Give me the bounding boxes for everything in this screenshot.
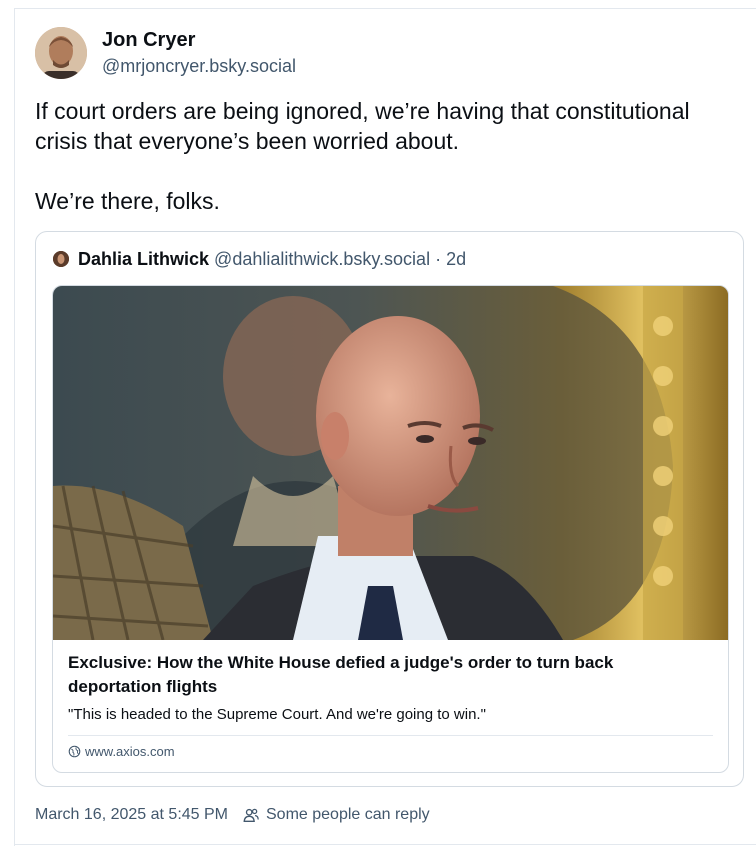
- person-avatar-icon: [35, 27, 87, 79]
- quote-author-avatar[interactable]: [53, 251, 69, 267]
- person-avatar-icon: [53, 251, 69, 267]
- quoted-post[interactable]: Dahlia Lithwick @dahlialithwick.bsky.soc…: [35, 231, 744, 787]
- reply-setting[interactable]: Some people can reply: [266, 806, 430, 824]
- quote-age[interactable]: 2d: [446, 249, 466, 269]
- divider: [14, 844, 756, 845]
- quote-header: Dahlia Lithwick @dahlialithwick.bsky.soc…: [78, 249, 466, 270]
- author-name[interactable]: Jon Cryer: [102, 29, 195, 52]
- post-text-paragraph: We’re there, folks.: [35, 188, 220, 214]
- post-meta: March 16, 2025 at 5:45 PM Some people ca…: [35, 806, 430, 824]
- link-card-domain[interactable]: www.axios.com: [68, 744, 175, 759]
- people-icon: [243, 808, 259, 822]
- link-card-description: "This is headed to the Supreme Court. An…: [68, 706, 486, 723]
- author-avatar[interactable]: [35, 27, 87, 79]
- post-text: If court orders are being ignored, we’re…: [35, 96, 745, 216]
- quote-author-handle[interactable]: @dahlialithwick.bsky.social: [214, 249, 430, 269]
- author-handle[interactable]: @mrjoncryer.bsky.social: [102, 56, 296, 77]
- link-card-title[interactable]: Exclusive: How the White House defied a …: [68, 651, 708, 699]
- globe-icon: [68, 745, 81, 758]
- quote-author-name[interactable]: Dahlia Lithwick: [78, 249, 209, 269]
- post-timestamp[interactable]: March 16, 2025 at 5:45 PM: [35, 806, 228, 824]
- post-text-paragraph: If court orders are being ignored, we’re…: [35, 98, 690, 154]
- link-card-domain-text: www.axios.com: [85, 744, 175, 759]
- link-card-image: [53, 286, 728, 640]
- link-card[interactable]: Exclusive: How the White House defied a …: [52, 285, 729, 773]
- divider: [68, 735, 713, 736]
- separator-dot: ·: [435, 249, 442, 269]
